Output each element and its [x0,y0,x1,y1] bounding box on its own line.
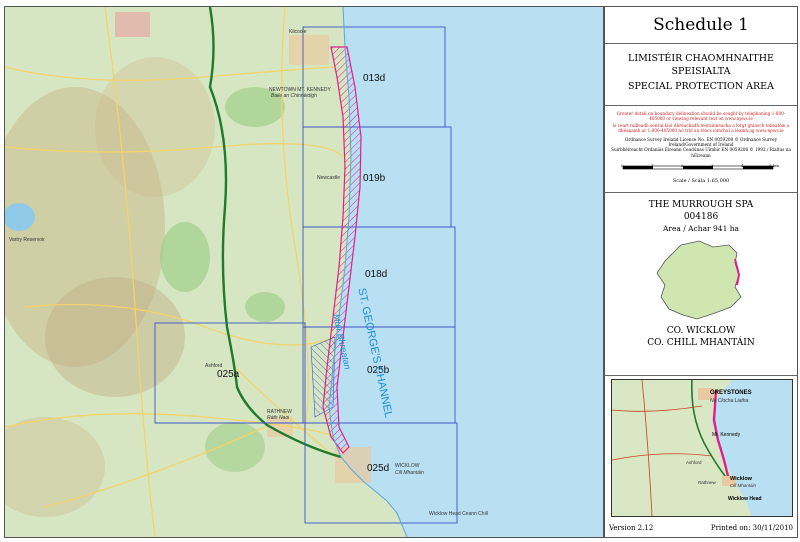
notice-irish: Is ceart tuilleadh sonraí faoi dhréachad… [612,122,790,134]
county-outline-map [656,240,742,320]
upland-shading [45,277,185,397]
scale-tick: 5 km [769,163,780,168]
hatched-area [310,336,336,418]
forest-area [205,422,265,472]
licence-english: Ordnance Survey Ireland Licence No. EN 0… [624,136,777,148]
place-label: Ashford [205,363,223,369]
notice-block: Greater detail on boundary delineation s… [605,107,797,193]
tile-label-025a[interactable]: 025a [217,369,239,380]
site-info: THE MURROUGH SPA 004186 Area / Achar 941… [605,193,797,376]
map-view[interactable]: 013d 019b 018d 025b 025a 025d ST. GEORGE… [4,6,604,538]
footer: Version 2.12 Printed on: 30/11/2010 [605,519,797,537]
forest-area [160,222,210,292]
place-label: Kilcoole [289,29,307,35]
place-label: Wicklow Head Ceann Chill [429,511,488,517]
inset-label: GREYSTONES [710,390,752,396]
place-label: Newcastle [317,175,341,181]
legend-panel: Schedule 1 LIMISTÉIR CHAOMHNAITHE SPEISI… [604,6,798,538]
schedule-title: Schedule 1 [605,7,797,44]
title-english: SPECIAL PROTECTION AREA [628,81,774,92]
inset-label: Mt. Kennedy [712,432,741,438]
inset-label: Rathnew [698,480,716,485]
site-area: Area / Achar 941 ha [662,224,740,233]
inset-label: Wicklow [730,476,752,482]
scale-ticks: 0 1 2 3 4 5 km [621,163,791,169]
notice-english: Greater detail on boundary delineation s… [616,111,786,122]
inset-label: Ashford [686,460,702,465]
scale-tick: 0 [621,163,624,168]
place-label: Baile an Chinnéidigh [271,93,317,99]
scale-tick: 3 [711,163,714,168]
inset-label: Na Clocha Liatha [710,398,749,404]
scale-tick: 2 [681,163,684,168]
town-area [335,447,371,483]
county-irish: CO. CHILL MHANTÁIN [647,338,755,348]
title-irish: LIMISTÉIR CHAOMHNAITHE SPEISIALTA [628,53,774,77]
designation-titles: LIMISTÉIR CHAOMHNAITHE SPEISIALTA SPECIA… [605,44,797,106]
inset-map[interactable]: GREYSTONES Na Clocha Liatha Mt. Kennedy … [611,379,793,517]
county-english: CO. WICKLOW [666,326,736,336]
town-area [289,35,329,65]
version-text: Version 2.12 [609,524,654,532]
inset-graphic [612,380,792,516]
site-code: 004186 [683,212,719,222]
place-label: Cill Mhantáin [395,470,424,476]
forest-area [245,292,285,322]
printed-date: Printed on: 30/11/2010 [710,524,793,532]
inset-label: Wicklow Head [728,496,762,502]
scale-label: Scale / Scála 1:65,000 [672,178,730,184]
site-name: THE MURROUGH SPA [648,200,754,210]
place-label: WICKLOW [395,463,420,469]
inset-label: Cill Mhantáin [730,483,757,488]
tile-label-013d[interactable]: 013d [363,73,385,84]
scale-tick: 4 [741,163,744,168]
place-label: Vartry Reservoir [9,237,45,243]
tile-label-018d[interactable]: 018d [365,269,387,280]
town-area [115,12,150,37]
place-label: Ráth Naoi [267,415,290,421]
tile-label-025d[interactable]: 025d [367,463,389,474]
licence-irish: Suirbhéireacht Ordanáis Éireann Ceadúnas… [611,147,791,158]
tile-label-019b[interactable]: 019b [363,173,385,184]
scale-tick: 1 [651,163,654,168]
